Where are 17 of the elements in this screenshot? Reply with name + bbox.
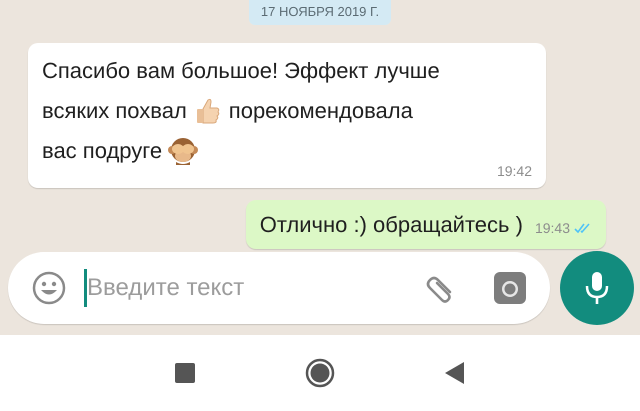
- monkey-icon: [168, 136, 198, 166]
- message-text: порекомендовала: [228, 96, 413, 125]
- message-text: Отлично :) обращайтесь ): [260, 210, 523, 239]
- thumbs-up-icon: [194, 96, 221, 124]
- back-icon[interactable]: [445, 362, 465, 384]
- camera-icon[interactable]: [494, 272, 526, 304]
- smiley-icon[interactable]: [32, 271, 66, 305]
- message-text: всяких похвал: [42, 96, 187, 124]
- message-input-field[interactable]: Введите текст: [8, 252, 550, 324]
- text-input[interactable]: Введите текст: [87, 270, 410, 306]
- message-time: 19:43: [534, 218, 570, 238]
- home-icon[interactable]: [305, 358, 335, 388]
- message-text: вас подруге: [42, 136, 162, 165]
- message-text: Спасибо вам большое! Эффект лучше: [42, 56, 440, 85]
- microphone-icon: [585, 271, 609, 305]
- message-time: 19:42: [496, 162, 532, 180]
- date-chip: 17 НОЯБРЯ 2019 Г.: [248, 0, 392, 24]
